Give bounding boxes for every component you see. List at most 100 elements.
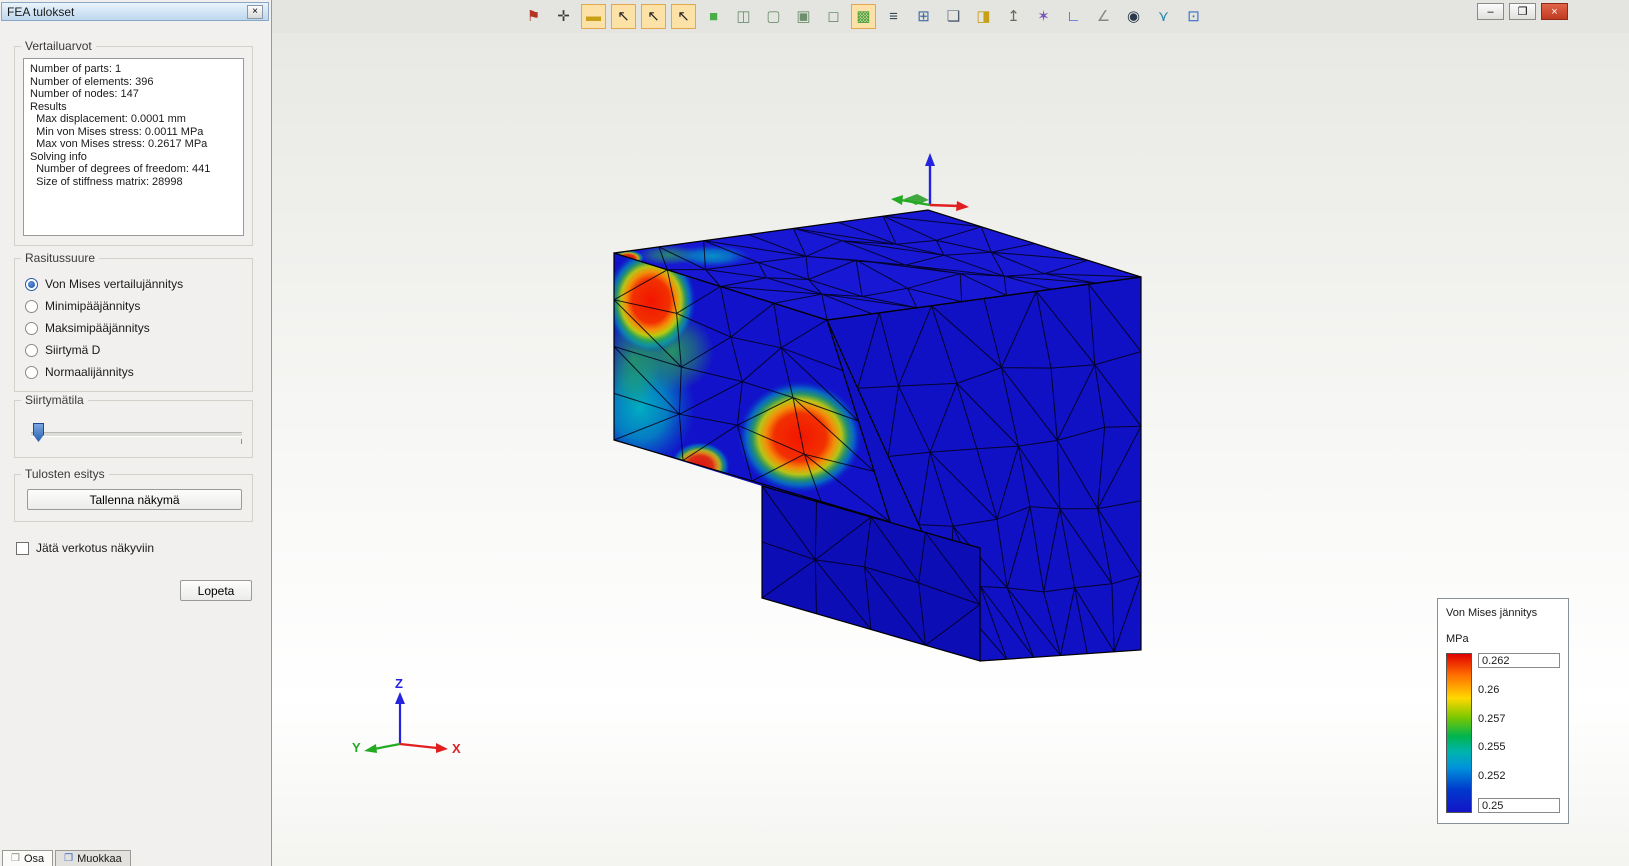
quit-results-button[interactable]: Lopeta <box>180 580 252 601</box>
radio-label: Siirtymä D <box>45 343 101 357</box>
document-tabs: ❒ Osa ❒ Muokkaa <box>2 850 131 866</box>
main-toolbar: ⚑ ✛ ▬ ↖ ↖ ↖ ■ ◫ ▢ ▣ ◻ ▩ ≡ ⊞ ❏ ◨ ↥ ✶ ∟ ∠ ◉ ⋎ ⊡ <box>272 0 1629 33</box>
radio-button[interactable] <box>25 277 38 291</box>
dialog-close-button[interactable]: × <box>247 4 263 19</box>
radio-label: Von Mises vertailujännitys <box>45 277 184 291</box>
summary-text-box: Number of parts: 1 Number of elements: 39… <box>23 58 244 236</box>
tab-muokkaa-label: Muokkaa <box>77 852 122 865</box>
minimize-button[interactable]: – <box>1477 3 1504 20</box>
external-window-icon[interactable]: ⊡ <box>1182 5 1205 28</box>
layers-box-icon[interactable]: ◨ <box>972 5 995 28</box>
close-button[interactable]: × <box>1541 3 1568 20</box>
summary-line: Min von Mises stress: 0.0011 MPa <box>30 125 204 138</box>
axis-y-label: Y <box>352 740 361 755</box>
filter-icon[interactable]: ⋎ <box>1152 5 1175 28</box>
box-hidden-lines-icon[interactable]: ▢ <box>762 5 785 28</box>
displacement-slider-track[interactable] <box>31 432 242 437</box>
legend-max-field[interactable]: 0.262 <box>1478 653 1560 668</box>
summary-line: Results <box>30 100 67 113</box>
main-area: ⚑ ✛ ▬ ↖ ↖ ↖ ■ ◫ ▢ ▣ ◻ ▩ ≡ ⊞ ❏ ◨ ↥ ✶ ∟ ∠ ◉ ⋎ ⊡ – ❐ × <box>272 0 1629 866</box>
ruler-icon[interactable]: ▬ <box>581 4 606 29</box>
summary-line: Number of degrees of freedom: 441 <box>30 163 211 175</box>
radio-button[interactable] <box>25 321 38 335</box>
radio-option-4[interactable]: Normaalijännitys <box>15 361 252 383</box>
displacement-slider-thumb[interactable] <box>33 423 44 442</box>
document-icon[interactable]: ❏ <box>942 5 965 28</box>
keep-mesh-checkbox-row[interactable]: Jätä verkotus näkyviin <box>16 541 154 555</box>
dialog-titlebar[interactable]: FEA tulokset × <box>1 2 269 21</box>
mesh-view-icon[interactable]: ▩ <box>851 4 876 29</box>
legend-values: 0.262 0.26 0.257 0.255 0.252 0.25 <box>1478 653 1560 813</box>
displacement-group-label: Siirtymätila <box>21 393 88 407</box>
tab-osa-label: Osa <box>23 852 45 865</box>
sheets-icon[interactable]: ⊞ <box>912 5 935 28</box>
tab-osa[interactable]: ❒ Osa <box>2 850 54 866</box>
radio-option-1[interactable]: Minimipääjännitys <box>15 295 252 317</box>
dialog-title: FEA tulokset <box>7 4 75 19</box>
radio-label: Maksimipääjännitys <box>45 321 150 335</box>
part-icon: ❒ <box>11 852 20 864</box>
application-window: FEA tulokset × Vertailuarvot Number of p… <box>0 0 1629 866</box>
visibility-icon[interactable]: ◉ <box>1122 5 1145 28</box>
radio-option-3[interactable]: Siirtymä D <box>15 339 252 361</box>
radio-label: Minimipääjännitys <box>45 299 141 313</box>
fea-model-mesh[interactable] <box>585 209 1142 662</box>
legend-scale: 0.262 0.26 0.257 0.255 0.252 0.25 <box>1446 653 1560 813</box>
axes-icon[interactable]: ∟ <box>1062 5 1085 28</box>
legend-min-field[interactable]: 0.25 <box>1478 797 1560 813</box>
legend-tick-label: 0.255 <box>1478 741 1506 754</box>
legend-tick-label: 0.26 <box>1478 684 1500 697</box>
legend-tick-label: 0.252 <box>1478 769 1506 782</box>
box-shaded-icon[interactable]: ◻ <box>822 5 845 28</box>
pin-icon[interactable]: ⚑ <box>522 5 545 28</box>
summary-line: Number of elements: 396 <box>30 75 154 88</box>
summary-line: Solving info <box>30 150 87 163</box>
report-icon[interactable]: ≡ <box>882 5 905 28</box>
save-view-button[interactable]: Tallenna näkymä <box>27 489 242 510</box>
select-face-icon[interactable]: ↖ <box>671 4 696 29</box>
edit-icon: ❒ <box>64 852 74 864</box>
summary-line: Number of nodes: 147 <box>30 88 139 100</box>
keep-mesh-checkbox[interactable] <box>16 541 29 555</box>
export-icon[interactable]: ↥ <box>1002 5 1025 28</box>
viewport-3d[interactable]: Z Y X Von Mises jännitys MPa 0.262 0.26 0… <box>272 33 1629 866</box>
stress-quantity-group: Rasitussuure Von Mises vertailujännitys M… <box>14 251 253 392</box>
viewport-canvas[interactable]: Z Y X <box>272 33 1629 866</box>
summary-line: Max displacement: 0.0001 mm <box>30 113 186 125</box>
box-transparent-icon[interactable]: ◫ <box>732 5 755 28</box>
window-controls: – ❐ × <box>1477 3 1568 20</box>
fea-results-panel: FEA tulokset × Vertailuarvot Number of p… <box>0 0 272 866</box>
summary-line: Size of stiffness matrix: 28998 <box>30 175 183 188</box>
world-triad: Z Y X <box>352 676 461 756</box>
legend-tick-label: 0.257 <box>1478 712 1506 725</box>
presentation-group: Tulosten esitys Tallenna näkymä <box>14 467 253 522</box>
summary-line: Max von Mises stress: 0.2617 MPa <box>30 138 208 150</box>
legend-unit: MPa <box>1446 633 1469 645</box>
radio-button[interactable] <box>25 343 38 357</box>
magic-wand-icon[interactable]: ✶ <box>1032 5 1055 28</box>
stress-legend: Von Mises jännitys MPa 0.262 0.26 0.257 0.… <box>1437 598 1569 824</box>
radio-button[interactable] <box>25 365 38 379</box>
displacement-group: Siirtymätila <box>14 393 253 458</box>
presentation-group-label: Tulosten esitys <box>21 467 109 481</box>
model-origin-triad <box>891 153 969 211</box>
slider-end-tick <box>241 439 242 444</box>
select-edge-icon[interactable]: ↖ <box>641 4 666 29</box>
select-vertex-icon[interactable]: ↖ <box>611 4 636 29</box>
summary-group-label: Vertailuarvot <box>21 39 96 53</box>
tab-muokkaa[interactable]: ❒ Muokkaa <box>55 850 131 866</box>
radio-option-2[interactable]: Maksimipääjännitys <box>15 317 252 339</box>
radio-button[interactable] <box>25 299 38 313</box>
summary-group: Vertailuarvot Number of parts: 1 Number o… <box>14 39 253 246</box>
measure-angle-icon[interactable]: ∠ <box>1092 5 1115 28</box>
quantity-radio-list: Von Mises vertailujännitys Minimipääjänni… <box>15 259 252 383</box>
axis-x-label: X <box>452 741 461 756</box>
maximize-button[interactable]: ❐ <box>1509 3 1536 20</box>
fit-view-icon[interactable]: ✛ <box>552 5 575 28</box>
solid-view-icon[interactable]: ■ <box>702 5 725 28</box>
keep-mesh-checkbox-label: Jätä verkotus näkyviin <box>36 541 155 555</box>
box-wireframe-icon[interactable]: ▣ <box>792 5 815 28</box>
radio-option-0[interactable]: Von Mises vertailujännitys <box>15 273 252 295</box>
legend-title: Von Mises jännitys <box>1446 607 1538 619</box>
summary-line: Number of parts: 1 <box>30 63 122 75</box>
